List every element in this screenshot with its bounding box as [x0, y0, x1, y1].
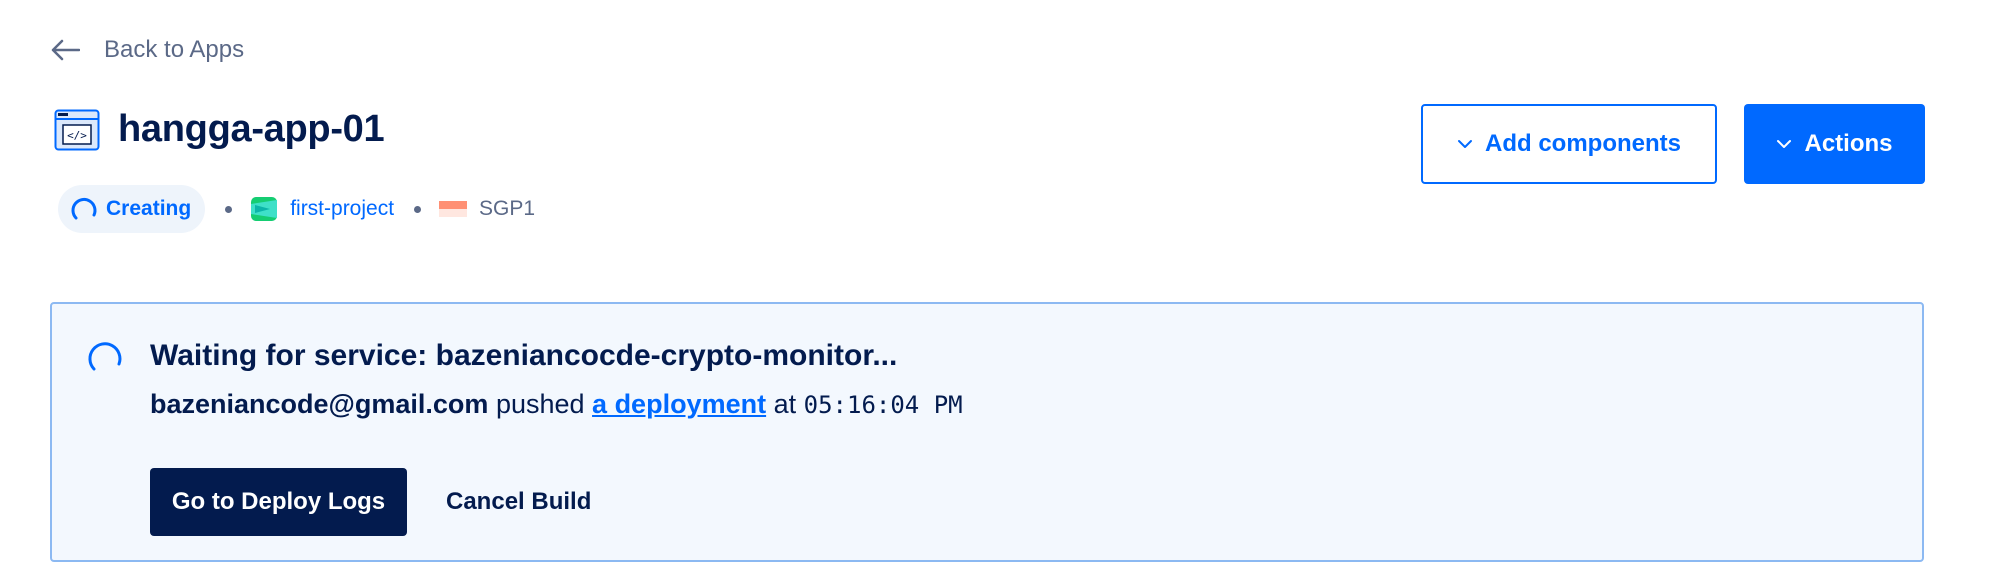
status-label: Creating: [106, 197, 192, 220]
deployment-link[interactable]: a deployment: [592, 389, 766, 419]
actions-button[interactable]: Actions: [1744, 104, 1925, 184]
project-icon: [251, 197, 278, 221]
deployment-time: 05:16:04 PM: [803, 391, 963, 419]
cancel-build-button[interactable]: Cancel Build: [446, 468, 591, 536]
separator-dot: [225, 205, 233, 213]
region-label: SGP1: [479, 197, 536, 220]
back-to-apps-link[interactable]: Back to Apps: [50, 36, 244, 64]
app-meta: Creating first-project SGP1: [58, 185, 535, 233]
banner-title: Waiting for service: bazeniancocde-crypt…: [150, 339, 898, 372]
app-title: hangga-app-01: [118, 108, 385, 150]
arrow-left-icon: [51, 39, 80, 61]
user-email: bazeniancode@gmail.com: [150, 389, 489, 419]
at-text: at: [773, 389, 797, 419]
loading-spinner-icon: [71, 197, 97, 220]
actions-label: Actions: [1804, 130, 1893, 157]
singapore-flag-icon: [439, 201, 468, 217]
svg-text:</>: </>: [67, 129, 87, 142]
project-label: first-project: [290, 197, 395, 220]
region-indicator: SGP1: [439, 197, 535, 221]
project-link[interactable]: first-project: [250, 196, 394, 222]
add-components-button[interactable]: Add components: [1421, 104, 1717, 184]
status-badge: Creating: [58, 185, 206, 233]
add-components-label: Add components: [1485, 130, 1681, 157]
back-label: Back to Apps: [104, 36, 245, 63]
app-header: </> hangga-app-01: [54, 108, 385, 151]
code-window-icon: </>: [54, 109, 100, 150]
loading-spinner-icon: [88, 342, 122, 371]
chevron-down-icon: [1458, 140, 1472, 148]
separator-dot: [414, 205, 422, 213]
chevron-down-icon: [1777, 140, 1792, 148]
deployment-status-banner: Waiting for service: bazeniancocde-crypt…: [50, 302, 1924, 562]
deployment-info: bazeniancode@gmail.com pushed a deployme…: [150, 389, 963, 420]
pushed-text: pushed: [495, 389, 585, 419]
go-to-deploy-logs-button[interactable]: Go to Deploy Logs: [150, 468, 407, 536]
